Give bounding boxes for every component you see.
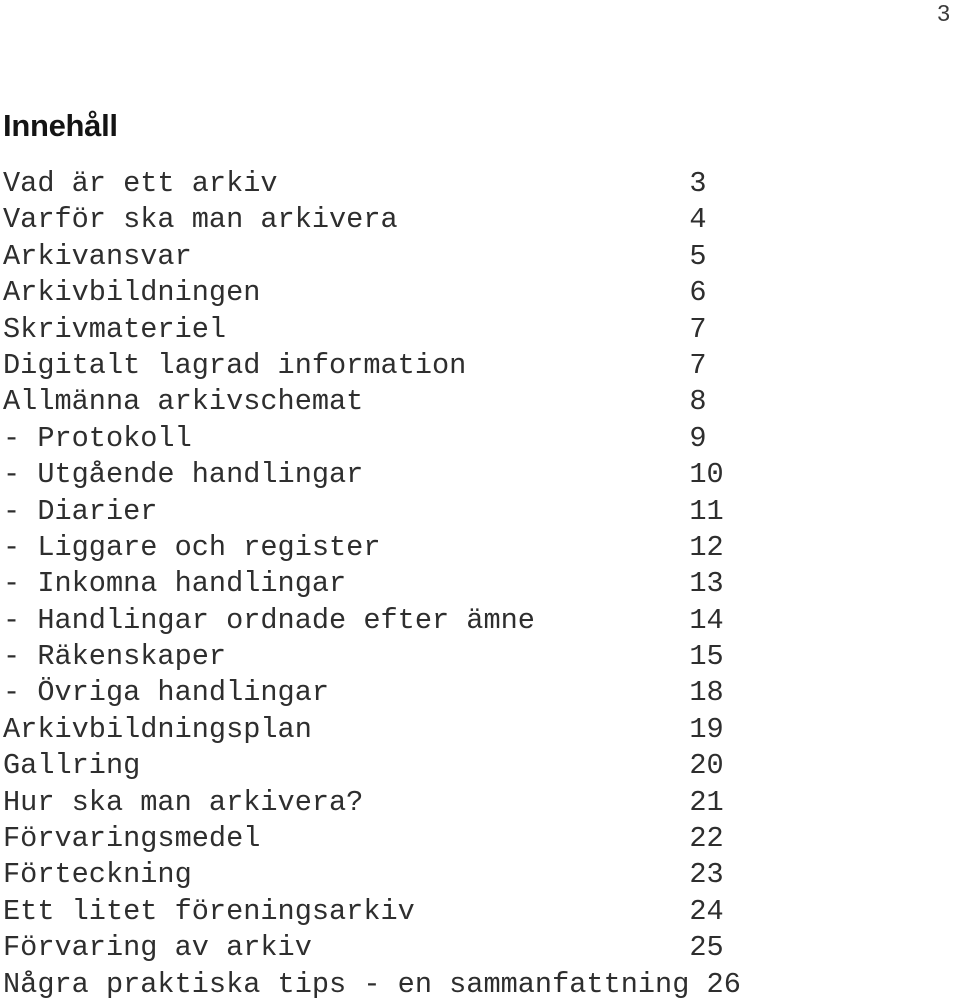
toc-entry-leader <box>140 749 689 782</box>
toc-entry-page-number: 12 <box>689 530 724 564</box>
toc-entry-leader <box>363 385 689 418</box>
toc-entry-label: Hur ska man arkivera? <box>3 785 364 819</box>
toc-entry[interactable]: Allmänna arkivschemat 8 <box>3 384 953 420</box>
toc-entry-leader <box>278 167 690 200</box>
toc-entry[interactable]: Digitalt lagrad information 7 <box>3 348 953 384</box>
toc-entry[interactable]: Förvaring av arkiv 25 <box>3 930 953 966</box>
toc-entry[interactable]: - Övriga handlingar 18 <box>3 675 953 711</box>
toc-entry-leader <box>535 604 689 637</box>
toc-entry-page-number: 4 <box>689 203 707 237</box>
toc-entry-page-number: 8 <box>689 385 707 419</box>
toc-entry[interactable]: - Liggare och register 12 <box>3 530 953 566</box>
toc-entry-label: Digitalt lagrad information <box>3 348 467 382</box>
toc-entry-label: - Handlingar ordnade efter ämne <box>3 603 535 637</box>
toc-entry-page-number: 24 <box>689 894 724 928</box>
toc-entry[interactable]: Gallring 20 <box>3 748 953 784</box>
toc-entry-label: - Liggare och register <box>3 530 381 564</box>
toc-entry-label: Arkivbildningsplan <box>3 712 312 746</box>
toc-entry-leader <box>381 531 690 564</box>
toc-entry-label: - Utgående handlingar <box>3 458 364 492</box>
toc-entry-leader <box>329 676 689 709</box>
toc-entry-label: Förvaringsmedel <box>3 822 261 856</box>
toc-entry-page-number: 7 <box>689 312 707 346</box>
toc-entry[interactable]: Ett litet föreningsarkiv 24 <box>3 894 953 930</box>
toc-entry[interactable]: Arkivbildningsplan 19 <box>3 712 953 748</box>
toc-entry-leader <box>192 422 690 455</box>
toc-entry[interactable]: - Inkomna handlingar 13 <box>3 566 953 602</box>
toc-entry[interactable]: Skrivmateriel 7 <box>3 312 953 348</box>
toc-entry-leader <box>466 349 689 382</box>
toc-entry-label: Gallring <box>3 749 141 783</box>
page-folio-number: 3 <box>937 0 950 26</box>
toc-entry-leader <box>157 495 689 528</box>
toc-entry-label: - Protokoll <box>3 421 192 455</box>
toc-entry-label: Varför ska man arkivera <box>3 203 398 237</box>
toc-entry-label: Förvaring av arkiv <box>3 931 312 965</box>
toc-entry[interactable]: Hur ska man arkivera? 21 <box>3 785 953 821</box>
toc-entry[interactable]: - Protokoll 9 <box>3 421 953 457</box>
toc-entry-leader <box>192 240 690 273</box>
toc-entry-leader <box>689 968 706 1001</box>
toc-entry[interactable]: - Handlingar ordnade efter ämne 14 <box>3 603 953 639</box>
toc-entry-page-number: 25 <box>689 931 724 965</box>
toc-entry-label: Arkivansvar <box>3 239 192 273</box>
toc-entry[interactable]: Vad är ett arkiv 3 <box>3 166 953 202</box>
toc-entry-label: Några praktiska tips - en sammanfattning <box>3 967 690 1001</box>
toc-entry[interactable]: Varför ska man arkivera 4 <box>3 202 953 238</box>
toc-entry-page-number: 18 <box>689 676 724 710</box>
toc-entry[interactable]: - Räkenskaper 15 <box>3 639 953 675</box>
toc-entry-label: - Övriga handlingar <box>3 676 330 710</box>
toc-entry-page-number: 6 <box>689 276 707 310</box>
toc-entry[interactable]: Arkivansvar 5 <box>3 239 953 275</box>
toc-entry-label: Arkivbildningen <box>3 276 261 310</box>
toc-entry-page-number: 23 <box>689 858 724 892</box>
toc-entry-leader <box>260 276 689 309</box>
toc-entry[interactable]: - Utgående handlingar 10 <box>3 457 953 493</box>
toc-entry-leader <box>226 313 689 346</box>
toc-entry-leader <box>415 895 690 928</box>
toc-entry-label: - Räkenskaper <box>3 640 227 674</box>
toc-entry-leader <box>363 458 689 491</box>
toc-entry-label: Allmänna arkivschemat <box>3 385 364 419</box>
toc-entry[interactable]: Förvaringsmedel 22 <box>3 821 953 857</box>
toc-entry-page-number: 11 <box>689 494 724 528</box>
toc-entry-leader <box>346 567 689 600</box>
toc-entry-label: Skrivmateriel <box>3 312 227 346</box>
toc-entry-leader <box>260 822 689 855</box>
toc-entry-label: Ett litet föreningsarkiv <box>3 894 415 928</box>
table-of-contents: Vad är ett arkiv 3 Varför ska man arkiver… <box>3 166 953 1003</box>
toc-entry-page-number: 22 <box>689 822 724 856</box>
toc-entry-page-number: 15 <box>689 640 724 674</box>
toc-entry-page-number: 7 <box>689 348 707 382</box>
toc-entry-page-number: 10 <box>689 458 724 492</box>
toc-entry-page-number: 9 <box>689 421 707 455</box>
toc-entry-leader <box>312 931 690 964</box>
toc-entry-page-number: 21 <box>689 785 724 819</box>
toc-entry-page-number: 3 <box>689 167 707 200</box>
toc-entry-leader <box>398 203 690 236</box>
toc-entry-label: - Inkomna handlingar <box>3 567 347 601</box>
toc-entry-page-number: 26 <box>706 967 741 1001</box>
toc-entry[interactable]: Förteckning 23 <box>3 857 953 893</box>
toc-entry-page-number: 19 <box>689 712 724 746</box>
toc-entry-leader <box>226 640 689 673</box>
toc-entry-page-number: 14 <box>689 603 724 637</box>
toc-entry-leader <box>312 713 690 746</box>
toc-entry-label: Vad är ett arkiv <box>3 167 278 200</box>
toc-entry[interactable]: Några praktiska tips - en sammanfattning… <box>3 967 953 1003</box>
toc-entry-label: - Diarier <box>3 494 158 528</box>
toc-entry-label: Förteckning <box>3 858 192 892</box>
toc-entry-page-number: 13 <box>689 567 724 601</box>
toc-entry[interactable]: - Diarier 11 <box>3 494 953 530</box>
toc-entry-leader <box>363 786 689 819</box>
toc-entry-leader <box>192 858 690 891</box>
toc-entry-page-number: 5 <box>689 239 707 273</box>
toc-entry[interactable]: Arkivbildningen 6 <box>3 275 953 311</box>
page-title: Innehåll <box>3 107 118 143</box>
toc-entry-page-number: 20 <box>689 749 724 783</box>
